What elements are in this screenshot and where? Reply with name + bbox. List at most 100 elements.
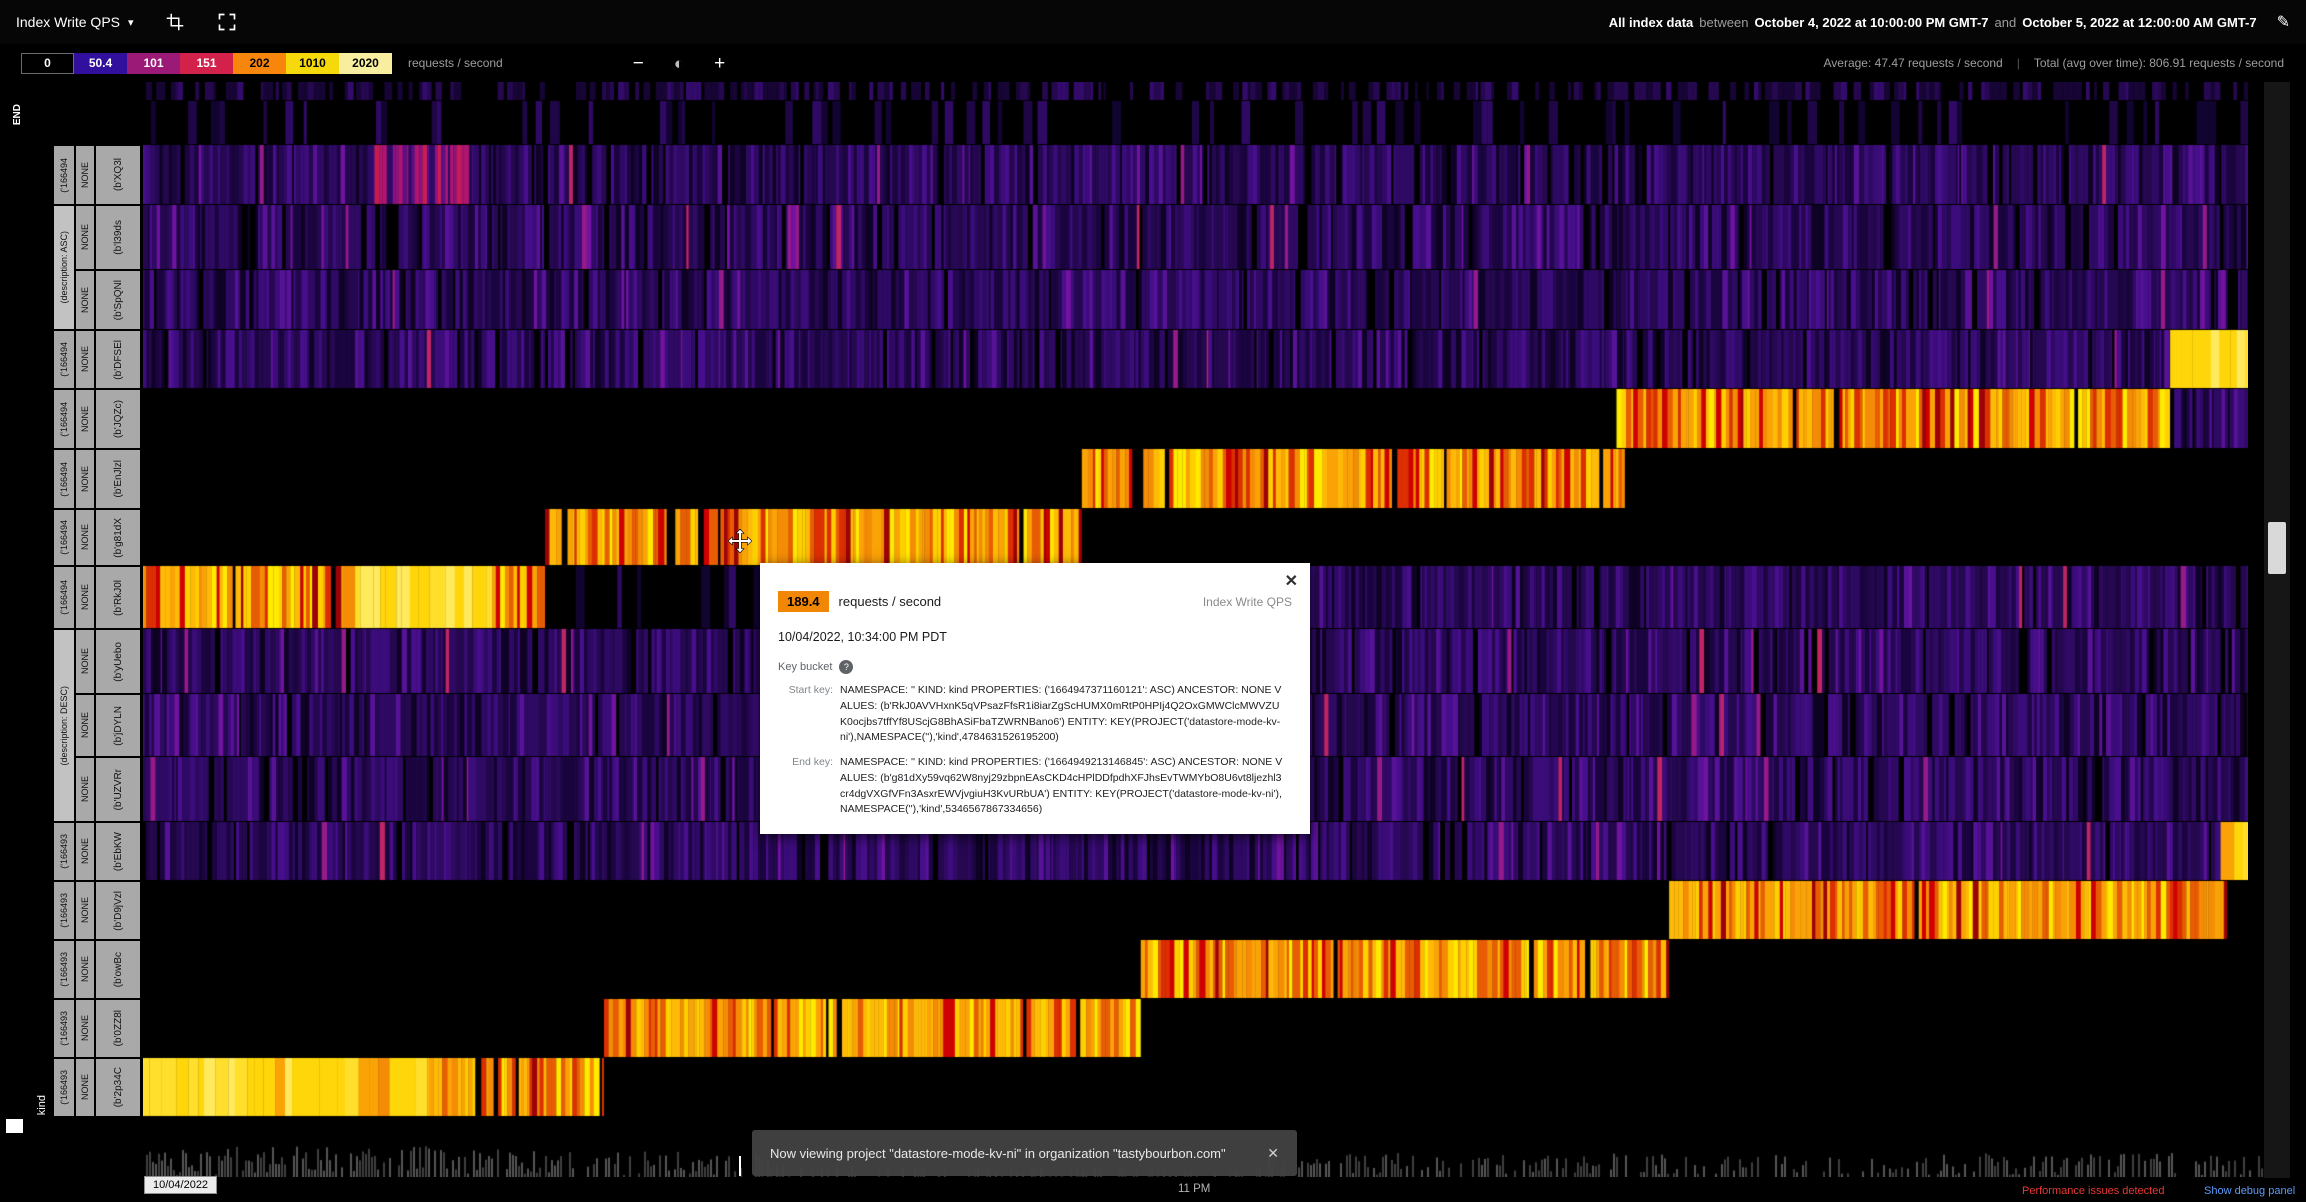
- row-key-label-text: (b'RkJ0l: [113, 580, 124, 616]
- row-group-label-text: ('166493: [59, 952, 69, 987]
- row-ancestor-label-text: NONE: [80, 346, 90, 372]
- row-group-label: ('166493: [54, 999, 74, 1057]
- row-key-label-text: (b'l39ds: [113, 220, 124, 255]
- row-group-label-text: ('166494: [59, 158, 69, 193]
- legend-stop: 101: [127, 53, 180, 74]
- row-group-label: ('166493: [54, 1058, 74, 1116]
- edit-time-range-icon[interactable]: ✎: [2277, 12, 2290, 32]
- row-key-label: (b'yUebo: [96, 629, 140, 693]
- fullscreen-button[interactable]: [216, 11, 238, 33]
- time-range-and: and: [1995, 15, 2017, 30]
- row-ancestor-label-text: NONE: [80, 956, 90, 982]
- row-key-label: (b'UZVRr: [96, 757, 140, 821]
- row-group-label: ('166494: [54, 449, 74, 508]
- row-ancestor-label-text: NONE: [80, 406, 90, 432]
- row-ancestor-label-text: NONE: [80, 897, 90, 923]
- legend-stop: 50.4: [74, 53, 127, 74]
- row-key-label-text: (b'yUebo: [113, 642, 124, 682]
- timeline-hour-label: 11 PM: [1178, 1183, 1210, 1195]
- row-key-label: (b'jDYLN: [96, 694, 140, 756]
- row-ancestor-label-text: NONE: [80, 584, 90, 610]
- row-group-label-text: (description: DESC): [59, 686, 69, 766]
- row-group-label-text: (description: ASC): [59, 231, 69, 304]
- row-group-label: ('166494: [54, 566, 74, 628]
- row-ancestor-label: NONE: [76, 757, 94, 821]
- gutter-key-column: (b'XQ3l (b'l39ds (b'SpQNl (b'DFSEl (b'JQZc) (…: [96, 82, 140, 1135]
- row-ancestor-label: NONE: [76, 999, 94, 1057]
- row-key-label: (b'D9jVzl: [96, 881, 140, 939]
- row-group-label: (description: DESC): [54, 629, 74, 821]
- tooltip-metric: Index Write QPS: [1203, 595, 1292, 609]
- row-key-label-text: (b'JQZc): [113, 400, 124, 438]
- row-ancestor-label: NONE: [76, 145, 94, 204]
- total-value: Total (avg over time): 806.91 requests /…: [2034, 56, 2284, 70]
- timeline-date-label: 10/04/2022: [144, 1176, 217, 1194]
- row-key-label-text: (b'owBc: [113, 952, 124, 987]
- performance-issues-link[interactable]: Performance issues detected: [2022, 1185, 2164, 1197]
- crop-button[interactable]: [164, 11, 186, 33]
- row-ancestor-label: NONE: [76, 509, 94, 565]
- row-key-label: (b'EbKW: [96, 822, 140, 880]
- row-key-label-text: (b'UZVRr: [113, 769, 124, 810]
- row-ancestor-label: NONE: [76, 822, 94, 880]
- gutter-kind-column: kind: [32, 82, 52, 1135]
- start-key-value: NAMESPACE: '' KIND: kind PROPERTIES: ('1…: [840, 683, 1286, 746]
- row-group-label-text: ('166494: [59, 580, 69, 615]
- tooltip-close-icon[interactable]: ✕: [1285, 571, 1298, 591]
- average-value: Average: 47.47 requests / second: [1824, 56, 2003, 70]
- time-range-end: October 5, 2022 at 12:00:00 AM GMT-7: [2022, 15, 2256, 30]
- zoom-out-button[interactable]: −: [633, 54, 644, 73]
- row-group-label-text: ('166494: [59, 462, 69, 497]
- row-group-label-text: ('166493: [59, 1011, 69, 1046]
- time-range-between: between: [1699, 15, 1748, 30]
- time-range-summary: All index data between October 4, 2022 a…: [1609, 12, 2290, 32]
- toast-message: Now viewing project "datastore-mode-kv-n…: [770, 1146, 1226, 1161]
- row-key-label: (b'DFSEl: [96, 330, 140, 388]
- row-ancestor-label-text: NONE: [80, 648, 90, 674]
- row-ancestor-label-text: NONE: [80, 1015, 90, 1041]
- end-key-label: END: [12, 104, 23, 125]
- row-ancestor-label-text: NONE: [80, 838, 90, 864]
- legend-bar: 050.410115120210102020 requests / second…: [0, 44, 2306, 82]
- metric-selector-label: Index Write QPS: [16, 14, 120, 30]
- kind-group-label: kind: [36, 1095, 48, 1115]
- row-key-label: (b'RkJ0l: [96, 566, 140, 628]
- vertical-scrollbar[interactable]: [2264, 60, 2290, 1178]
- show-debug-panel-link[interactable]: Show debug panel: [2204, 1185, 2295, 1197]
- row-key-label-text: (b'DFSEl: [113, 340, 124, 380]
- row-ancestor-label: NONE: [76, 270, 94, 329]
- row-group-label: (description: ASC): [54, 205, 74, 329]
- row-key-label: (b'l39ds: [96, 205, 140, 269]
- time-range-start: October 4, 2022 at 10:00:00 PM GMT-7: [1754, 15, 1988, 30]
- tooltip-value-badge: 189.4: [778, 591, 829, 612]
- scrollbar-thumb[interactable]: [2268, 522, 2286, 574]
- row-ancestor-label: NONE: [76, 449, 94, 508]
- row-group-label-text: ('166494: [59, 402, 69, 437]
- row-group-label-text: ('166493: [59, 893, 69, 928]
- gutter-end-column: END: [4, 82, 30, 1135]
- row-group-label-text: ('166493: [59, 1070, 69, 1105]
- legend-stop: 1010: [286, 53, 339, 74]
- row-ancestor-label: NONE: [76, 1058, 94, 1116]
- row-key-label: (b'XQ3l: [96, 145, 140, 204]
- row-key-label: (b'EnJlzl: [96, 449, 140, 508]
- timeline-playhead[interactable]: [739, 1156, 741, 1176]
- legend-stop: 0: [21, 53, 74, 74]
- tooltip-timestamp: 10/04/2022, 10:34:00 PM PDT: [778, 630, 1292, 644]
- contrast-icon[interactable]: ◐: [674, 55, 684, 72]
- row-key-label-text: (b'2p34C: [113, 1067, 124, 1107]
- row-ancestor-label-text: NONE: [80, 1074, 90, 1100]
- row-key-label: (b'SpQNl: [96, 270, 140, 329]
- row-key-label: (b'g81dX: [96, 509, 140, 565]
- zoom-in-button[interactable]: +: [714, 54, 725, 73]
- legend-stop: 151: [180, 53, 233, 74]
- end-key-label: End key:: [778, 755, 840, 818]
- help-icon[interactable]: ?: [839, 660, 853, 674]
- toast-close-icon[interactable]: ✕: [1259, 1137, 1287, 1170]
- project-toast: Now viewing project "datastore-mode-kv-n…: [752, 1130, 1297, 1176]
- color-legend: 050.410115120210102020: [21, 53, 392, 74]
- row-ancestor-label: NONE: [76, 389, 94, 448]
- metric-selector[interactable]: Index Write QPS ▾: [16, 14, 134, 30]
- start-key-label: Start key:: [778, 683, 840, 746]
- row-key-label-text: (b'jDYLN: [113, 706, 124, 746]
